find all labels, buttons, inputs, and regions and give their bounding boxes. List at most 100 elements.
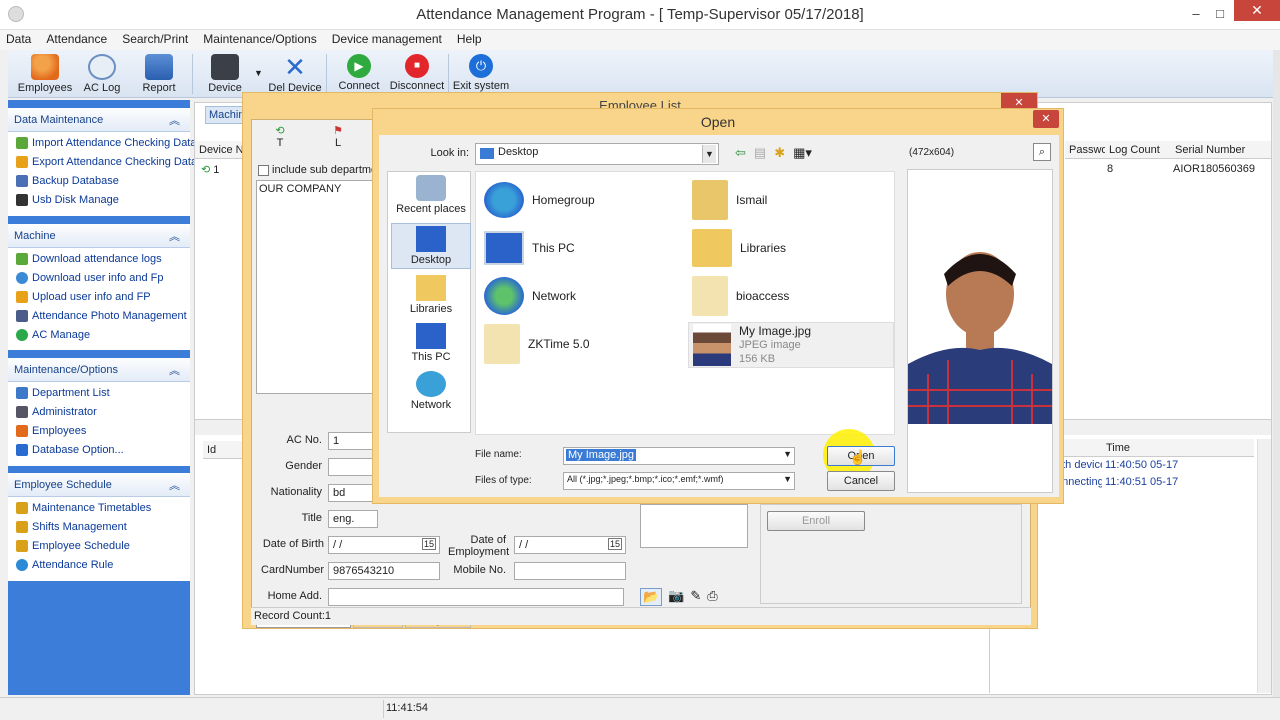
sidebar-item-timetables[interactable]: Maintenance Timetables xyxy=(8,497,190,516)
place-desktop[interactable]: Desktop xyxy=(391,223,471,269)
sidebar-item-backup[interactable]: Backup Database xyxy=(8,170,190,189)
section-header[interactable]: Data Maintenance ︽ xyxy=(8,108,190,132)
collapse-chevron-icon[interactable]: ︽ xyxy=(169,477,180,493)
sidebar: Data Maintenance ︽ Import Attendance Chec… xyxy=(8,100,197,695)
menu-data[interactable]: Data xyxy=(0,30,37,48)
menu-help[interactable]: Help xyxy=(451,30,488,48)
user-folder-icon xyxy=(692,180,728,220)
back-arrow-icon[interactable]: ⇦ xyxy=(735,145,746,161)
file-item-homegroup[interactable]: Homegroup xyxy=(484,178,684,222)
open-folder-icon[interactable]: 📂 xyxy=(640,588,663,606)
sidebar-item-usb[interactable]: Usb Disk Manage xyxy=(8,189,190,208)
sidebar-item-shifts[interactable]: Shifts Management xyxy=(8,516,190,535)
close-button[interactable]: ✕ xyxy=(1234,0,1280,21)
place-libraries[interactable]: Libraries xyxy=(391,275,471,315)
card-number-field[interactable]: 9876543210 xyxy=(328,562,440,580)
place-recent[interactable]: Recent places xyxy=(391,175,471,215)
zoom-preview-icon[interactable]: ⌕ xyxy=(1033,143,1051,161)
file-item-my-image[interactable]: My Image.jpg JPEG image 156 KB xyxy=(688,322,894,368)
place-this-pc[interactable]: This PC xyxy=(391,323,471,363)
window-vertical-scrollbar[interactable] xyxy=(1273,50,1280,697)
view-menu-icon[interactable]: ▦▾ xyxy=(793,145,812,161)
section-header[interactable]: Maintenance/Options ︽ xyxy=(8,358,190,382)
gender-select[interactable] xyxy=(328,458,378,476)
card-number-label: CardNumber xyxy=(261,564,324,576)
enroll-button[interactable]: Enroll xyxy=(767,511,865,531)
up-folder-icon[interactable]: ▤ xyxy=(754,145,766,161)
sidebar-item-download-user[interactable]: Download user info and Fp xyxy=(8,267,190,286)
timetable-icon xyxy=(16,502,28,514)
file-item-this-pc[interactable]: This PC xyxy=(484,226,684,270)
section-header[interactable]: Employee Schedule ︽ xyxy=(8,473,190,497)
device-dropdown-arrow[interactable]: ▼ xyxy=(254,68,263,78)
file-item-libraries[interactable]: Libraries xyxy=(692,226,892,270)
section-header[interactable]: Machine ︽ xyxy=(8,224,190,248)
homegroup-icon xyxy=(484,182,524,218)
collapse-chevron-icon[interactable]: ︽ xyxy=(169,362,180,378)
capture-icon[interactable]: ⎙ xyxy=(707,588,717,606)
collapse-chevron-icon[interactable]: ︽ xyxy=(169,112,180,128)
tool-l-button[interactable]: ⚑ L xyxy=(330,124,346,149)
eraser-icon[interactable]: ✎ xyxy=(690,588,701,606)
menu-attendance[interactable]: Attendance xyxy=(40,30,113,48)
id-header[interactable]: Id xyxy=(203,441,245,459)
recent-places-icon xyxy=(416,175,446,201)
log-vertical-scrollbar[interactable] xyxy=(1257,439,1271,693)
sidebar-item-department[interactable]: Department List xyxy=(8,382,190,401)
sidebar-item-database-option[interactable]: Database Option... xyxy=(8,439,190,458)
file-item-bioaccess[interactable]: bioaccess xyxy=(692,274,892,318)
log-count-header[interactable]: Log Count xyxy=(1105,141,1171,159)
dob-field[interactable]: / /15 xyxy=(328,536,440,554)
chevron-down-icon[interactable]: ▼ xyxy=(783,474,792,484)
sidebar-item-export[interactable]: Export Attendance Checking Data xyxy=(8,151,197,170)
image-thumbnail-icon xyxy=(693,324,731,366)
tool-t-button[interactable]: ⟲ T xyxy=(272,124,288,149)
maximize-button[interactable]: □ xyxy=(1208,4,1232,24)
sidebar-item-attendance-rule[interactable]: Attendance Rule xyxy=(8,554,190,573)
sidebar-item-administrator[interactable]: Administrator xyxy=(8,401,190,420)
sidebar-item-photo[interactable]: Attendance Photo Management xyxy=(8,305,190,324)
employees-button[interactable]: Employees xyxy=(14,52,76,98)
include-sub-dept-checkbox[interactable]: include sub departmen xyxy=(258,164,383,176)
department-node[interactable]: OUR COMPANY xyxy=(259,183,341,195)
calendar-icon[interactable]: 15 xyxy=(421,538,436,550)
file-item-network[interactable]: Network xyxy=(484,274,684,318)
file-item-ismail[interactable]: Ismail xyxy=(692,178,892,222)
minimize-button[interactable]: – xyxy=(1184,4,1208,24)
mobile-field[interactable] xyxy=(514,562,626,580)
sidebar-item-employee-schedule[interactable]: Employee Schedule xyxy=(8,535,190,554)
report-button[interactable]: Report xyxy=(128,52,190,98)
calendar-icon[interactable]: 15 xyxy=(607,538,622,550)
new-folder-icon[interactable]: ✱ xyxy=(774,145,785,161)
files-of-type-select[interactable]: All (*.jpg;*.jpeg;*.bmp;*.ico;*.emf;*.wm… xyxy=(563,472,795,490)
file-name-input[interactable]: My Image.jpg ▼ xyxy=(563,447,795,465)
sidebar-item-employees[interactable]: Employees xyxy=(8,420,190,439)
menu-search-print[interactable]: Search/Print xyxy=(116,30,194,48)
sidebar-item-download-logs[interactable]: Download attendance logs xyxy=(8,248,190,267)
log-time-header[interactable]: Time xyxy=(1102,439,1254,457)
chevron-down-icon[interactable]: ▼ xyxy=(783,449,792,459)
title-field[interactable]: eng. xyxy=(328,510,378,528)
ac-no-field[interactable]: 1 xyxy=(328,432,378,450)
chevron-down-icon[interactable]: ▼ xyxy=(702,145,716,163)
sidebar-item-upload-user[interactable]: Upload user info and FP xyxy=(8,286,190,305)
look-in-select[interactable]: Desktop ▼ xyxy=(475,143,719,165)
department-tree[interactable]: OUR COMPANY xyxy=(256,180,376,394)
home-address-field[interactable] xyxy=(328,588,624,606)
serial-number-header[interactable]: Serial Number xyxy=(1171,141,1271,159)
cancel-button[interactable]: Cancel xyxy=(827,471,895,491)
ac-log-button[interactable]: AC Log xyxy=(71,52,133,98)
collapse-chevron-icon[interactable]: ︽ xyxy=(169,228,180,244)
file-item-zktime[interactable]: ZKTime 5.0 xyxy=(484,322,684,366)
sidebar-item-ac-manage[interactable]: AC Manage xyxy=(8,324,190,343)
camera-icon[interactable]: 📷 xyxy=(668,588,684,606)
menu-device-management[interactable]: Device management xyxy=(326,30,448,48)
nationality-field[interactable]: bd xyxy=(328,484,378,502)
device-row[interactable]: ⟲ 1 xyxy=(201,163,219,176)
password-header[interactable]: Passwo... xyxy=(1065,141,1117,159)
open-dialog-close-button[interactable]: ✕ xyxy=(1033,110,1059,128)
menu-maintenance-options[interactable]: Maintenance/Options xyxy=(197,30,322,48)
sidebar-item-import[interactable]: Import Attendance Checking Data xyxy=(8,132,196,151)
date-of-employment-field[interactable]: / /15 xyxy=(514,536,626,554)
place-network[interactable]: Network xyxy=(391,371,471,411)
